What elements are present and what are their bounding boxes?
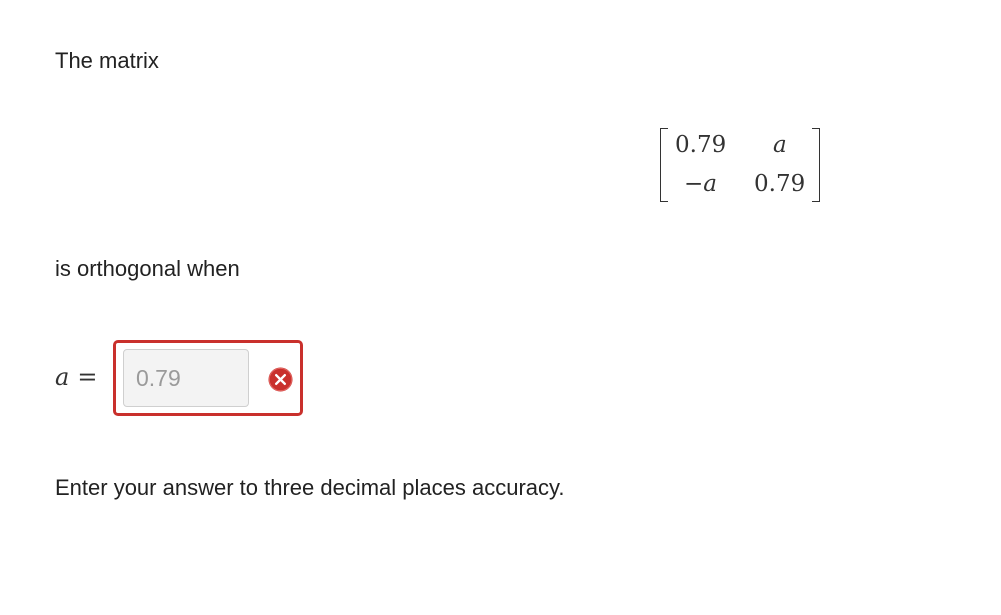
matrix: 0.79 a −a 0.79 [660, 128, 820, 202]
matrix-cell-1-2: a [773, 132, 787, 158]
matrix-right-bracket [812, 128, 820, 202]
answer-label: a = [55, 363, 97, 391]
question-condition: is orthogonal when [55, 256, 240, 281]
x-circle-icon [268, 367, 293, 392]
answer-feedback-frame [113, 340, 303, 416]
answer-instructions: Enter your answer to three decimal place… [55, 475, 565, 500]
matrix-cell-1-1: 0.79 [675, 132, 727, 158]
answer-equals: = [77, 363, 98, 391]
answer-input[interactable] [123, 349, 249, 407]
answer-variable: a [55, 363, 70, 391]
question-intro: The matrix [55, 48, 159, 73]
matrix-left-bracket [660, 128, 668, 202]
matrix-cell-2-1: −a [684, 171, 717, 197]
matrix-cell-2-2: 0.79 [754, 171, 806, 197]
